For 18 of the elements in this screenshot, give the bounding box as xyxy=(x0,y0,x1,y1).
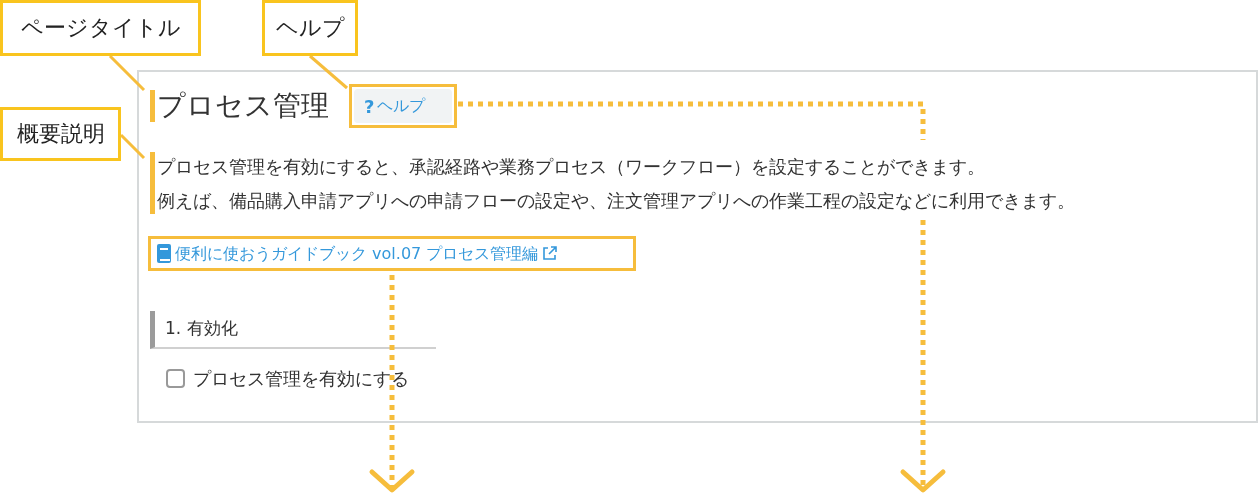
highlight-marker xyxy=(150,152,155,214)
leader-line xyxy=(108,54,146,92)
page-title: プロセス管理 xyxy=(157,92,329,120)
checkbox[interactable] xyxy=(166,369,185,388)
leader-line xyxy=(119,133,146,160)
highlight-marker xyxy=(150,90,155,122)
help-icon: ? xyxy=(364,92,375,120)
external-link-icon xyxy=(542,246,558,261)
help-button[interactable]: ? ヘルプ xyxy=(354,89,452,123)
guide-link[interactable]: 便利に使おうガイドブック vol.07 プロセス管理編 xyxy=(157,241,558,266)
callout-label: ヘルプ xyxy=(262,0,358,56)
description-text: プロセス管理を有効にすると、承認経路や業務プロセス（ワークフロー）を設定することができます。 xyxy=(157,156,986,179)
book-icon xyxy=(157,244,171,263)
description-text: 例えば、備品購入申請アプリへの申請フローの設定や、注文管理アプリへの作業工程の設定などに利用できます。 xyxy=(157,190,1075,213)
section-heading: 1. 有効化 xyxy=(165,317,238,341)
callout-label: 概要説明 xyxy=(0,107,121,161)
checkbox-label: プロセス管理を有効にする xyxy=(193,367,409,391)
callout-label: ページタイトル xyxy=(0,0,201,56)
